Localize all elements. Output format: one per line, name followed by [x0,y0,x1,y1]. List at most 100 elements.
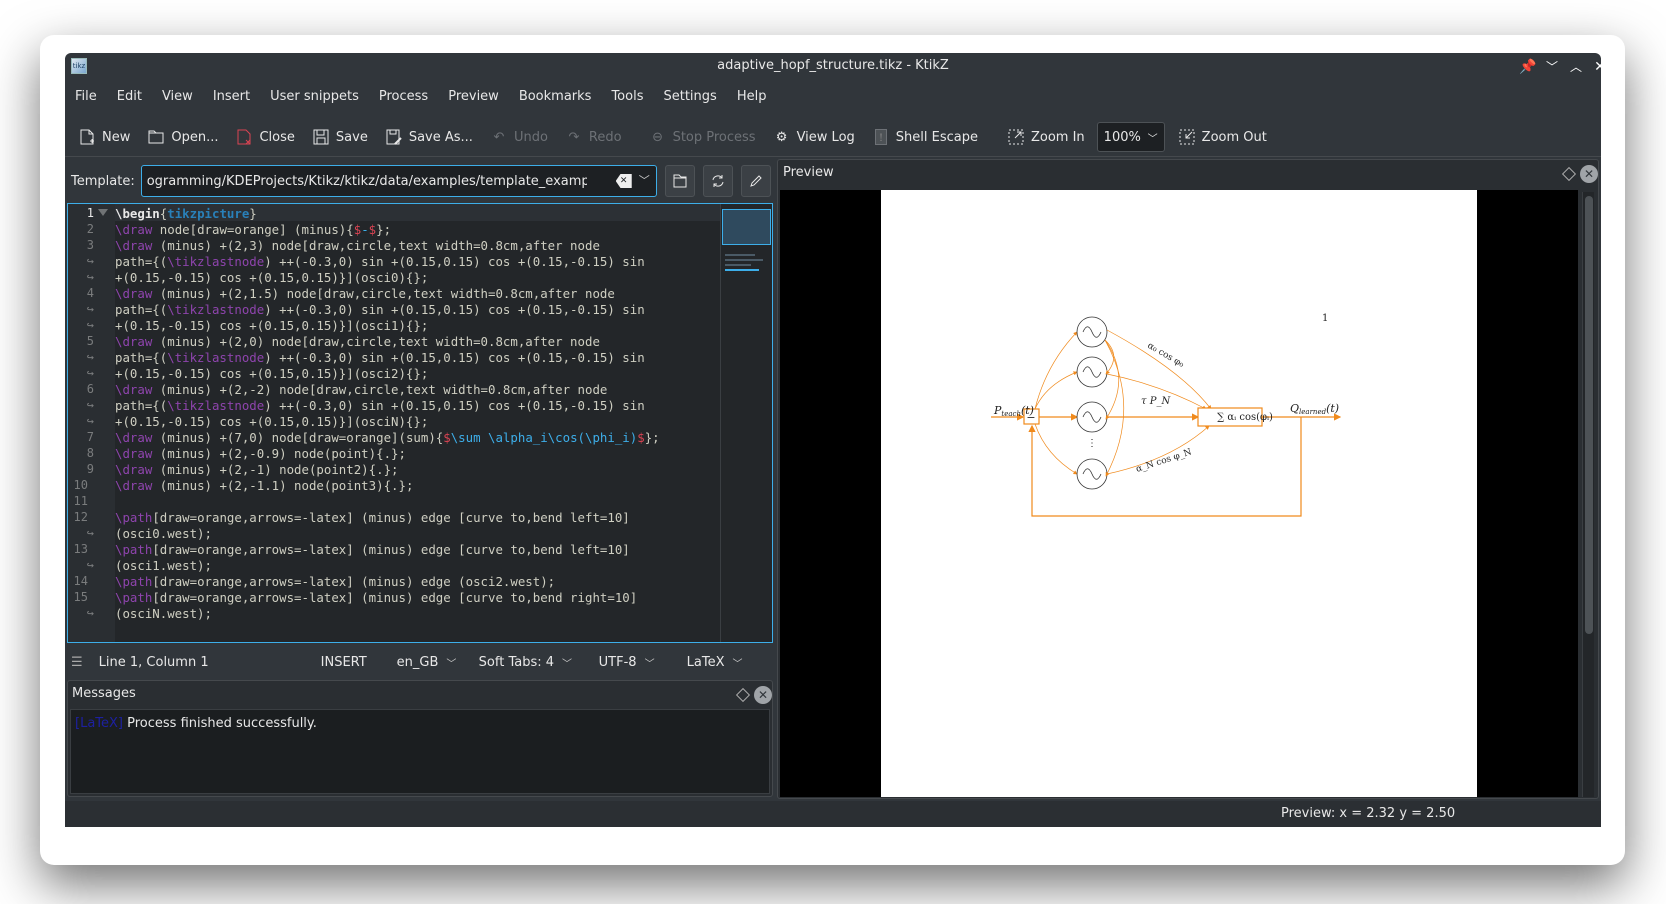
code-editor[interactable]: \begin{tikzpicture} \draw node[draw=orang… [67,203,773,643]
float-dock-icon[interactable] [1561,166,1577,182]
code-line[interactable]: \draw (minus) +(2,-1.1) node(point3){.}; [115,477,413,494]
close-window-button[interactable]: ✕ [1590,57,1601,77]
undo-button[interactable]: ↶ Undo [491,129,547,145]
code-line[interactable]: (osciN.west); [115,605,212,622]
menu-edit[interactable]: Edit [107,84,152,110]
main-toolbar: New Open... Close Save Save As... ↶ Undo [65,120,1601,154]
folder-icon [673,174,687,188]
code-line[interactable]: (osci1.west); [115,557,212,574]
redo-label: Redo [588,129,622,145]
title-bar[interactable]: tikz adaptive_hopf_structure.tikz - Ktik… [65,53,1601,81]
stop-process-button[interactable]: ⊖ Stop Process [650,129,755,145]
line-number: 12 [73,510,88,524]
menu-bookmarks[interactable]: Bookmarks [509,84,602,110]
folder-icon [148,129,164,145]
code-line[interactable]: path={(\tikzlastnode) ++(-0.3,0) sin +(0… [115,301,645,318]
wrap-indicator: ↪ [86,606,94,620]
menu-settings[interactable]: Settings [653,84,726,110]
minimap-viewport[interactable] [722,209,771,245]
clear-text-icon[interactable]: ✕ [615,174,632,188]
template-label: Template: [71,173,135,189]
open-button[interactable]: Open... [148,129,218,145]
menu-help[interactable]: Help [727,84,777,110]
code-line[interactable]: \draw (minus) +(2,-2) node[draw,circle,t… [115,381,607,398]
code-line[interactable]: +(0.15,-0.15) cos +(0.15,0.15)}](osci2){… [115,365,428,382]
indentation-select[interactable]: Soft Tabs: 4 ﹀ [479,655,599,670]
code-line[interactable]: path={(\tikzlastnode) ++(-0.3,0) sin +(0… [115,397,645,414]
zoom-level-select[interactable]: 100% ﹀ [1096,122,1165,152]
input-mode[interactable]: INSERT [321,655,397,670]
minimap-line [725,264,751,266]
minimize-button[interactable]: ﹀ [1542,57,1562,77]
close-file-icon [236,129,252,145]
code-line[interactable]: \begin{tikzpicture} [115,205,257,222]
maximize-button[interactable]: ︿ [1566,57,1586,77]
close-dock-icon[interactable]: ✕ [754,686,772,704]
zoom-in-button[interactable]: Zoom In [1008,129,1085,145]
code-line[interactable]: \path[draw=orange,arrows=-latex] (minus)… [115,509,630,526]
save-as-button[interactable]: Save As... [386,129,473,145]
editor-status-bar: ☰ Line 1, Column 1 INSERT en_GB ﹀ Soft Ta… [65,649,775,675]
encoding-select[interactable]: UTF-8 ﹀ [599,655,687,670]
code-line[interactable]: +(0.15,-0.15) cos +(0.15,0.15)}](osciN){… [115,413,428,430]
code-line[interactable]: \draw (minus) +(2,-0.9) node(point){.}; [115,445,406,462]
view-log-button[interactable]: ⚙ View Log [774,129,855,145]
code-line[interactable]: \path[draw=orange,arrows=-latex] (minus)… [115,573,555,590]
save-button[interactable]: Save [313,129,368,145]
syntax-mode-value: LaTeX [686,654,725,670]
browse-template-button[interactable] [664,165,695,197]
document-outline-icon[interactable]: ☰ [71,655,83,670]
zoom-out-button[interactable]: Zoom Out [1179,129,1267,145]
menu-tools[interactable]: Tools [601,84,653,110]
edit-template-button[interactable] [740,165,771,197]
syntax-mode-select[interactable]: LaTeX ﹀ [687,655,743,670]
zoom-in-icon [1008,129,1024,145]
menu-view[interactable]: View [152,84,203,110]
shell-escape-button[interactable]: ! Shell Escape [873,129,978,145]
code-line[interactable]: \draw node[draw=orange] (minus){$-$}; [115,221,391,238]
preview-scrollbar[interactable] [1582,192,1594,797]
close-button[interactable]: Close [236,129,295,145]
pin-icon[interactable]: 📌 [1518,57,1538,77]
reload-template-button[interactable] [702,165,733,197]
code-line[interactable]: +(0.15,-0.15) cos +(0.15,0.15)}](osci1){… [115,317,428,334]
new-button[interactable]: New [79,129,130,145]
code-line[interactable]: \draw (minus) +(7,0) node[draw=orange](s… [115,429,660,446]
message-tag: [LaTeX] [75,716,123,731]
code-line[interactable]: (osci0.west); [115,525,212,542]
redo-button[interactable]: ↷ Redo [566,129,622,145]
fold-arrow-icon[interactable] [98,209,108,216]
code-line[interactable]: +(0.15,-0.15) cos +(0.15,0.15)}](osci0){… [115,269,428,286]
code-text-area[interactable]: \begin{tikzpicture} \draw node[draw=orang… [115,204,723,642]
code-line[interactable]: path={(\tikzlastnode) ++(-0.3,0) sin +(0… [115,253,645,270]
shell-escape-label: Shell Escape [895,129,978,145]
code-minimap[interactable] [720,204,772,642]
code-line[interactable]: \path[draw=orange,arrows=-latex] (minus)… [115,541,630,558]
messages-log[interactable]: [LaTeX] Process finished successfully. [70,709,770,794]
code-line[interactable]: \path[draw=orange,arrows=-latex] (minus)… [115,589,637,606]
cursor-position[interactable]: Line 1, Column 1 [99,655,321,670]
template-path-input[interactable] [146,173,587,189]
code-line[interactable]: \draw (minus) +(2,0) node[draw,circle,te… [115,333,600,350]
encoding-value: UTF-8 [598,654,637,670]
menu-insert[interactable]: Insert [203,84,260,110]
code-line[interactable]: \draw (minus) +(2,3) node[draw,circle,te… [115,237,600,254]
menu-preview[interactable]: Preview [438,84,509,110]
redo-icon: ↷ [568,129,580,145]
code-line[interactable]: path={(\tikzlastnode) ++(-0.3,0) sin +(0… [115,349,645,366]
float-dock-icon[interactable] [735,687,751,703]
minus-label: − [1026,411,1035,424]
menu-user-snippets[interactable]: User snippets [260,84,369,110]
template-combobox[interactable]: ✕ ﹀ [140,165,657,197]
preview-canvas[interactable]: 1 Pteach(t) Qlearned(t) − α₀ cos φ₀ τ P_… [780,190,1578,797]
scrollbar-thumb[interactable] [1585,196,1593,634]
menu-file[interactable]: File [65,84,107,110]
menu-process[interactable]: Process [369,84,438,110]
zoom-level-value: 100% [1103,129,1141,145]
code-line[interactable]: \draw (minus) +(2,-1) node(point2){.}; [115,461,399,478]
code-line[interactable]: \draw (minus) +(2,1.5) node[draw,circle,… [115,285,615,302]
close-dock-icon[interactable]: ✕ [1580,165,1598,183]
chevron-down-icon[interactable]: ﹀ [639,172,650,188]
language-select[interactable]: en_GB ﹀ [397,655,479,670]
save-icon [313,129,329,145]
